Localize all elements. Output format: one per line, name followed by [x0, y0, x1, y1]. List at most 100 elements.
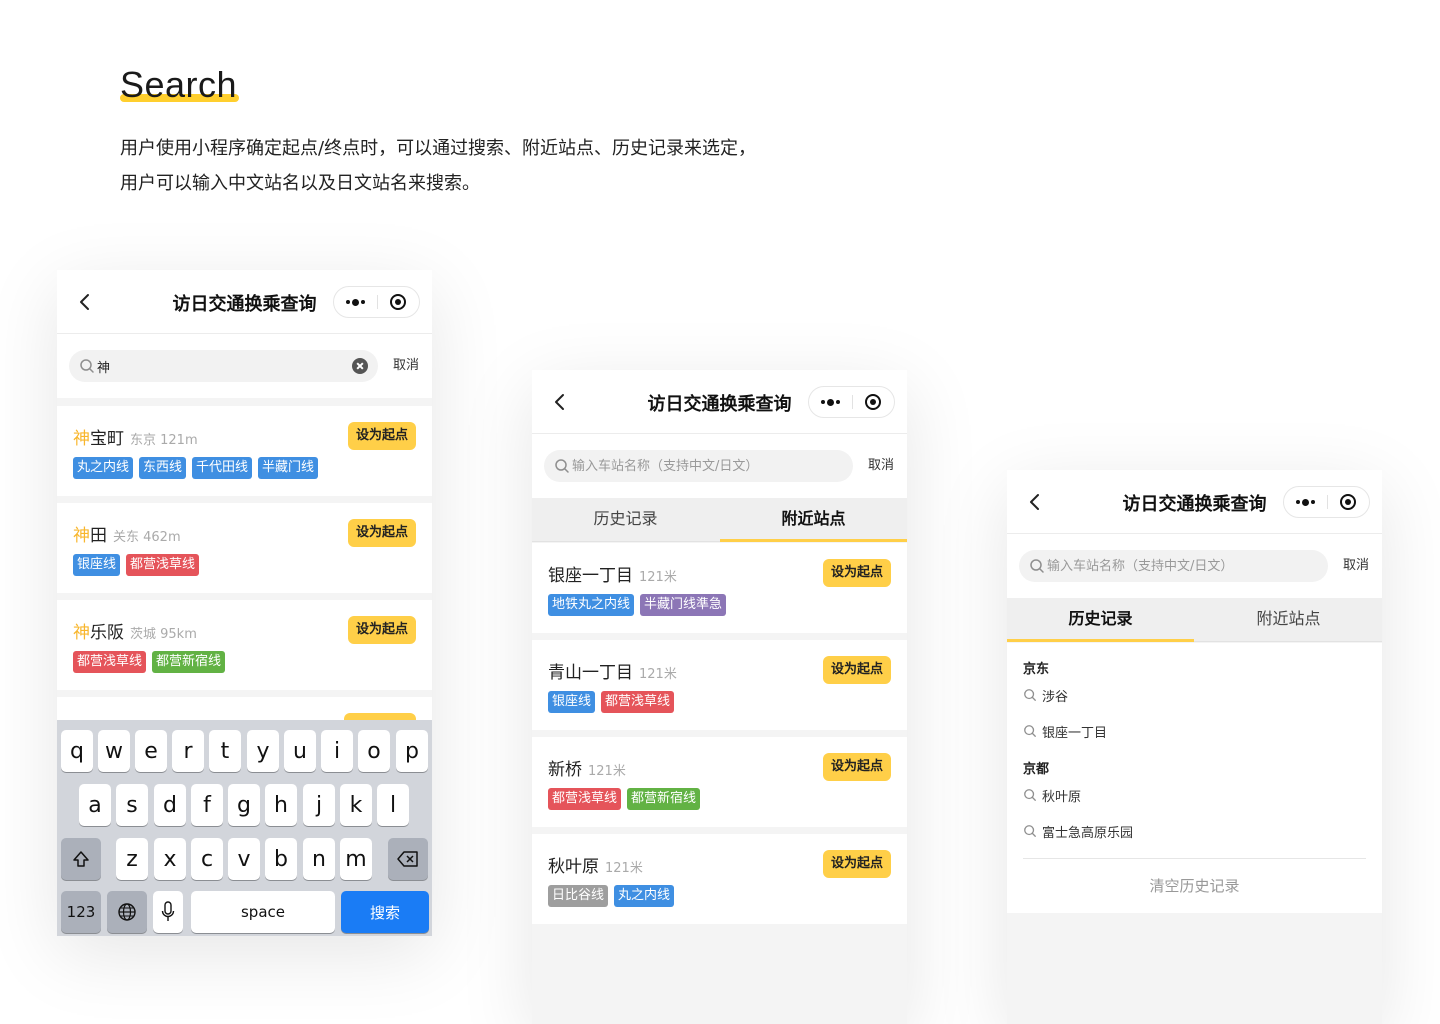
- tab-history[interactable]: 历史记录: [1007, 598, 1194, 642]
- result-card[interactable]: 神乐阪 茨城 95km 设为起点 都营浅草线 都营新宿线: [57, 600, 432, 690]
- key[interactable]: d: [154, 784, 186, 826]
- key[interactable]: p: [396, 730, 428, 772]
- search-go-key[interactable]: 搜索: [341, 891, 429, 933]
- line-tag: 地铁丸之内线: [548, 594, 635, 616]
- key[interactable]: k: [340, 784, 372, 826]
- search-input[interactable]: [97, 350, 348, 382]
- match-highlight: 神: [73, 623, 90, 643]
- set-start-button[interactable]: 设为起点: [822, 656, 891, 684]
- line-tag: 东西线: [139, 457, 187, 479]
- back-chevron-icon[interactable]: [77, 292, 93, 312]
- search-bar: 取消: [1007, 534, 1382, 598]
- more-dots-icon[interactable]: [1284, 487, 1327, 517]
- mini-program-capsule: [1283, 486, 1370, 518]
- key[interactable]: l: [377, 784, 409, 826]
- microphone-icon[interactable]: [153, 891, 183, 933]
- section-title: Search: [120, 64, 238, 105]
- set-start-button[interactable]: 设为起点: [822, 850, 891, 878]
- history-item[interactable]: 富士急高原乐园: [1023, 821, 1133, 841]
- tab-nearby[interactable]: 附近站点: [720, 498, 907, 542]
- key[interactable]: x: [154, 838, 186, 880]
- key[interactable]: m: [340, 838, 372, 880]
- back-chevron-icon[interactable]: [1027, 492, 1043, 512]
- line-tag: 都营浅草线: [126, 554, 200, 576]
- set-start-button[interactable]: 设为起点: [347, 422, 416, 450]
- more-dots-icon[interactable]: [809, 387, 852, 417]
- key[interactable]: o: [358, 730, 390, 772]
- station-name: 银座一丁目 121米: [548, 561, 677, 586]
- history-item[interactable]: 银座一丁目: [1023, 721, 1107, 741]
- close-target-icon[interactable]: [1326, 487, 1369, 517]
- key[interactable]: v: [228, 838, 260, 880]
- tab-nearby[interactable]: 附近站点: [1195, 598, 1382, 642]
- key[interactable]: h: [265, 784, 297, 826]
- key[interactable]: r: [172, 730, 204, 772]
- key[interactable]: j: [303, 784, 335, 826]
- clear-history-button[interactable]: 清空历史记录: [1007, 875, 1382, 896]
- cancel-button[interactable]: 取消: [862, 434, 900, 498]
- key[interactable]: g: [228, 784, 260, 826]
- mini-program-capsule: [333, 286, 420, 318]
- key[interactable]: w: [98, 730, 130, 772]
- key[interactable]: e: [135, 730, 167, 772]
- close-target-icon[interactable]: [851, 387, 894, 417]
- clear-icon[interactable]: [352, 358, 368, 374]
- set-start-button[interactable]: 设为起点: [347, 616, 416, 644]
- station-card[interactable]: 新桥 121米 设为起点 都营浅草线 都营新宿线: [532, 737, 907, 827]
- set-start-button[interactable]: 设为起点: [347, 519, 416, 547]
- search-bar: 取消: [57, 334, 432, 398]
- phone-search-results: 访日交通换乘查询 取消 神宝町东京 121m 设为起点 丸之内线 东西线 千代田…: [57, 270, 432, 936]
- back-chevron-icon[interactable]: [552, 392, 568, 412]
- result-card[interactable]: 神田 关东 462m 设为起点 银座线 都营浅草线: [57, 503, 432, 593]
- line-tag: 半藏门线準急: [640, 594, 727, 616]
- search-input[interactable]: [1047, 550, 1298, 582]
- result-card[interactable]: 神宝町 东京 121m 设为起点 丸之内线 东西线 千代田线 半藏门线: [57, 406, 432, 496]
- key[interactable]: i: [321, 730, 353, 772]
- key[interactable]: f: [191, 784, 223, 826]
- divider: [1023, 858, 1366, 859]
- cancel-button[interactable]: 取消: [1337, 534, 1375, 598]
- search-icon: [1023, 788, 1037, 802]
- line-tags: 地铁丸之内线 半藏门线準急: [548, 594, 727, 616]
- space-key[interactable]: space: [191, 891, 335, 933]
- key[interactable]: b: [265, 838, 297, 880]
- nav-title: 访日交通换乘查询: [172, 294, 317, 315]
- station-meta: 茨城 95km: [130, 627, 197, 642]
- shift-icon[interactable]: [61, 838, 101, 880]
- set-start-button[interactable]: 设为起点: [822, 753, 891, 781]
- close-target-icon[interactable]: [376, 287, 419, 317]
- key[interactable]: y: [247, 730, 279, 772]
- search-icon: [1023, 688, 1037, 702]
- tab-history[interactable]: 历史记录: [532, 498, 719, 542]
- line-tag: 丸之内线: [73, 457, 134, 479]
- globe-icon[interactable]: [107, 891, 147, 933]
- intro-line-2: 用户可以输入中文站名以及日文站名来搜索。: [120, 173, 480, 194]
- history-item[interactable]: 涉谷: [1023, 685, 1068, 705]
- key[interactable]: t: [209, 730, 241, 772]
- tab-bar: 历史记录 附近站点: [532, 498, 907, 542]
- key[interactable]: a: [79, 784, 111, 826]
- set-start-button[interactable]: 设为起点: [822, 559, 891, 587]
- station-card[interactable]: 青山一丁目 121米 设为起点 银座线 都营浅草线: [532, 640, 907, 730]
- station-card[interactable]: 秋叶原 121米 设为起点 日比谷线 丸之内线: [532, 834, 907, 924]
- cancel-button[interactable]: 取消: [387, 334, 425, 398]
- number-key[interactable]: 123: [61, 891, 101, 933]
- backspace-icon[interactable]: [388, 838, 428, 880]
- nav-bar: 访日交通换乘查询: [1007, 470, 1382, 534]
- key[interactable]: u: [284, 730, 316, 772]
- line-tag: 千代田线: [192, 457, 253, 479]
- station-card[interactable]: 银座一丁目 121米 设为起点 地铁丸之内线 半藏门线準急: [532, 543, 907, 633]
- line-tag: 日比谷线: [548, 885, 609, 907]
- more-dots-icon[interactable]: [334, 287, 377, 317]
- key[interactable]: s: [116, 784, 148, 826]
- mini-program-capsule: [808, 386, 895, 418]
- search-box: [69, 350, 378, 382]
- key[interactable]: n: [303, 838, 335, 880]
- search-input[interactable]: [572, 450, 823, 482]
- key[interactable]: c: [191, 838, 223, 880]
- key[interactable]: q: [61, 730, 93, 772]
- history-item[interactable]: 秋叶原: [1023, 785, 1081, 805]
- key[interactable]: z: [116, 838, 148, 880]
- intro-line-1: 用户使用小程序确定起点/终点时，可以通过搜索、附近站点、历史记录来选定，: [120, 138, 757, 159]
- station-distance: 121米: [588, 764, 626, 779]
